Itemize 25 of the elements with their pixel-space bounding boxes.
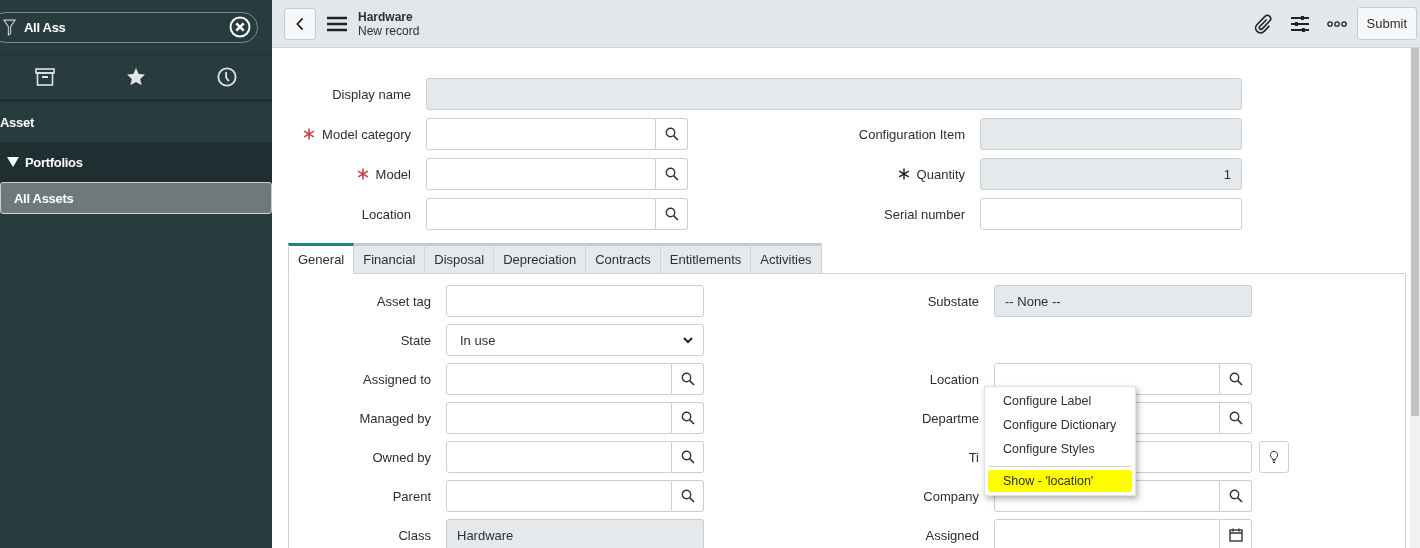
field-label: Configuration Item: [858, 126, 965, 142]
select-field: -- None --: [994, 285, 1252, 317]
field-label: Assigned to: [363, 371, 431, 387]
field-label: State: [400, 332, 431, 348]
field-label: Company: [923, 488, 979, 504]
field-label: Parent: [392, 488, 431, 504]
readonly-field: 1: [980, 158, 1242, 190]
field-label: Managed by: [359, 410, 431, 426]
field-label: Substate: [927, 293, 979, 309]
field-label: Class: [398, 527, 431, 543]
record-title: Hardware: [358, 9, 414, 24]
field-label: Owned by: [372, 449, 431, 465]
field-label: Location: [929, 371, 979, 387]
field-label: Departme: [921, 410, 979, 426]
field-label: Assigned: [925, 527, 979, 543]
record-subtitle: New record: [358, 23, 420, 38]
field-label: Display name: [332, 86, 411, 102]
field-label: Quantity: [916, 166, 965, 182]
field-label: Location: [361, 206, 411, 222]
readonly-field: Hardware: [446, 519, 704, 548]
field-label: Serial number: [884, 206, 965, 222]
field-label: Model category: [322, 126, 411, 142]
field-label: Ti: [968, 449, 979, 465]
field-label: Asset tag: [376, 293, 431, 309]
field-label: Model: [375, 166, 411, 182]
